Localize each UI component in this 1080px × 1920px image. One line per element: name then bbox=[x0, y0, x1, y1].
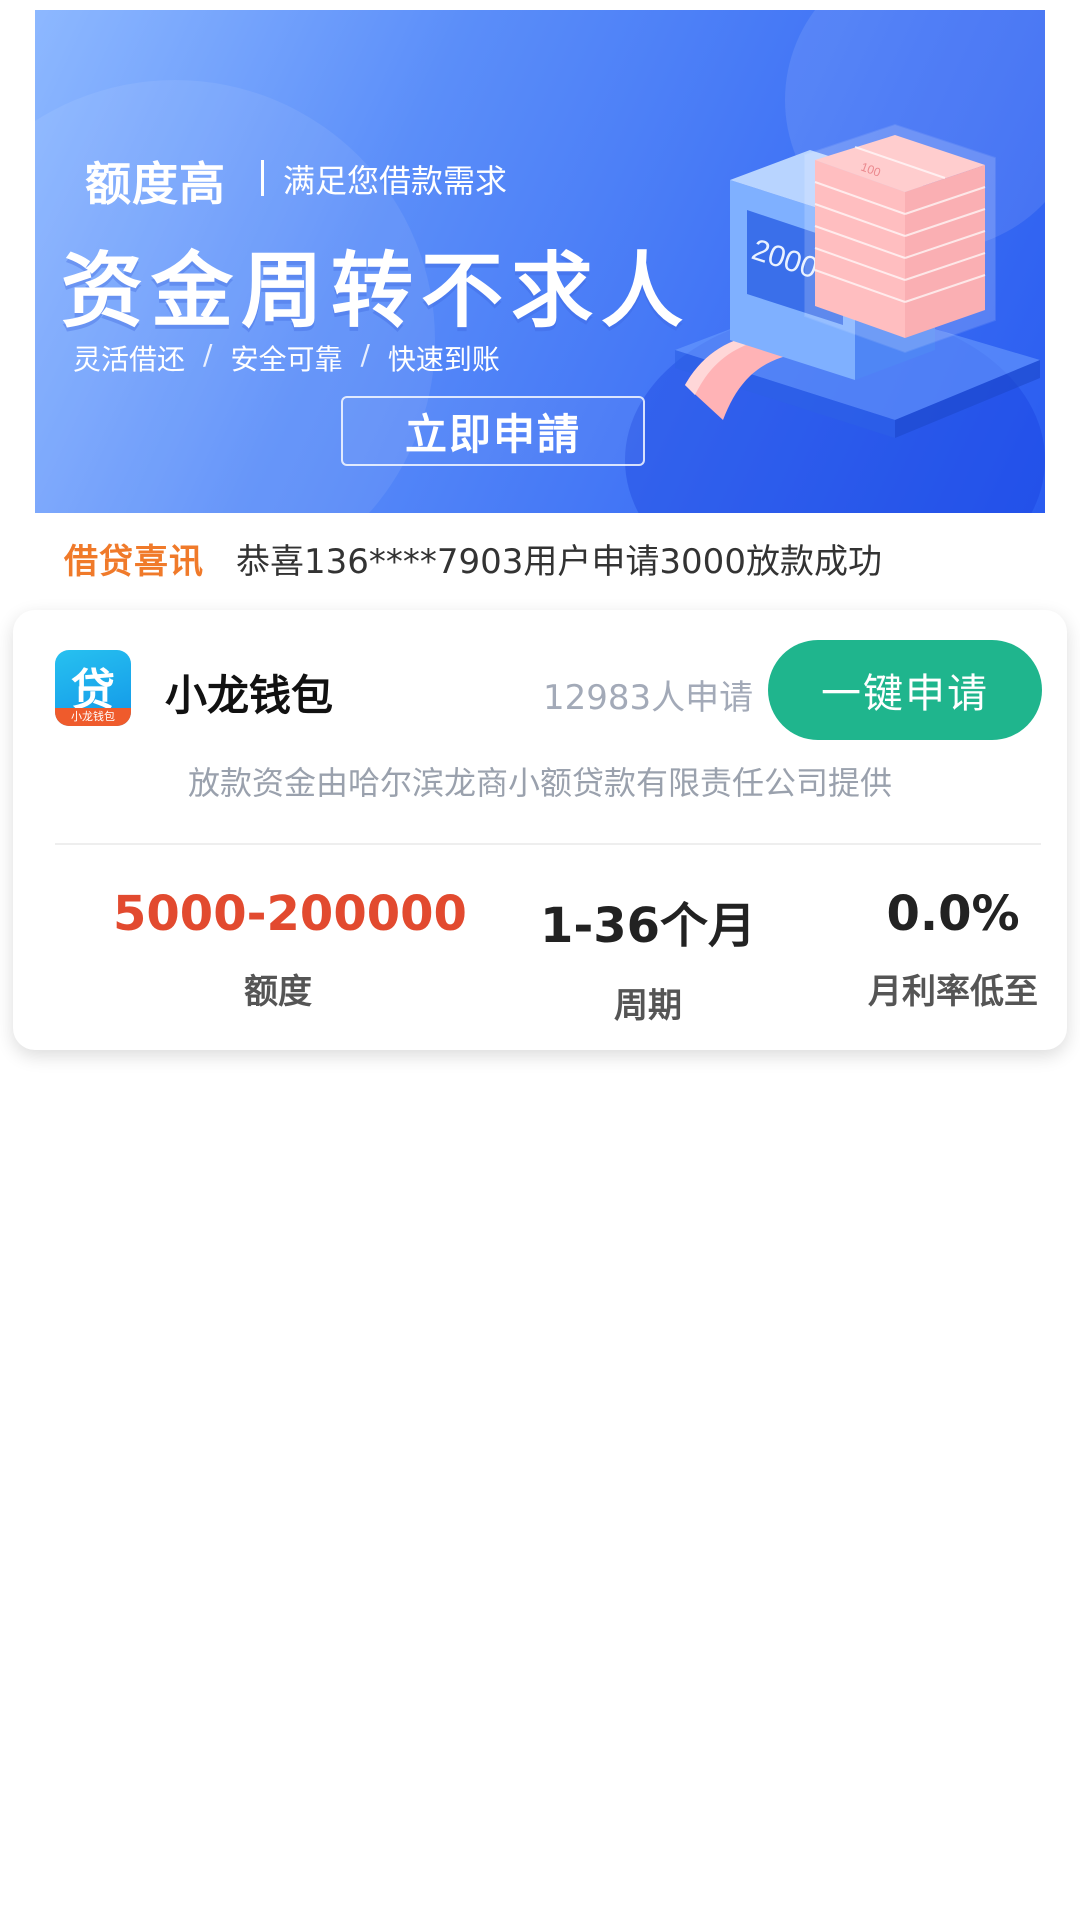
feature-divider: / bbox=[360, 338, 370, 371]
feature-divider: / bbox=[203, 338, 213, 371]
loan-app-icon: 贷 小龙钱包 bbox=[55, 650, 131, 726]
promo-banner[interactable]: 额度高 满足您借款需求 资金周转不求人 灵活借还 / 安全可靠 / 快速到账 立… bbox=[35, 10, 1045, 513]
stat-rate-value: 0.0% bbox=[886, 886, 1020, 942]
banner-subtitle: 满足您借款需求 bbox=[283, 162, 508, 200]
stat-term: 1-36个月 周期 bbox=[513, 886, 783, 1027]
product-name: 小龙钱包 bbox=[165, 671, 334, 720]
stat-term-value: 1-36个月 bbox=[539, 898, 757, 954]
one-click-apply-button[interactable]: 一键申请 bbox=[768, 640, 1042, 740]
stat-rate: 0.0% 月利率低至 bbox=[853, 886, 1053, 1013]
banner-feature: 灵活借还 bbox=[73, 343, 186, 376]
cash-machine-illustration: 200000 100 bbox=[675, 123, 1040, 438]
apply-count: 12983人申请 bbox=[543, 678, 754, 718]
loan-news-ticker: 借贷喜讯 恭喜136****7903用户申请3000放款成功 bbox=[64, 536, 882, 582]
banner-separator bbox=[261, 160, 264, 196]
product-card[interactable]: 贷 小龙钱包 小龙钱包 12983人申请 一键申请 放款资金由哈尔滨龙商小额贷款… bbox=[13, 610, 1067, 1050]
ticker-label: 借贷喜讯 bbox=[64, 541, 204, 582]
ticker-message: 恭喜136****7903用户申请3000放款成功 bbox=[236, 541, 882, 582]
stat-term-label: 周期 bbox=[614, 986, 682, 1026]
banner-features: 灵活借还 / 安全可靠 / 快速到账 bbox=[73, 338, 500, 378]
lender-info: 放款资金由哈尔滨龙商小额贷款有限责任公司提供 bbox=[187, 764, 892, 802]
stat-amount: 5000-200000 额度 bbox=[113, 886, 467, 1013]
stat-amount-value: 5000-200000 bbox=[113, 886, 467, 942]
divider bbox=[55, 843, 1041, 845]
stat-amount-label: 额度 bbox=[244, 972, 312, 1012]
banner-headline: 资金周转不求人 bbox=[61, 244, 692, 339]
banner-feature: 安全可靠 bbox=[230, 343, 343, 376]
banner-feature: 快速到账 bbox=[387, 343, 500, 376]
stat-rate-label: 月利率低至 bbox=[868, 972, 1038, 1012]
app-icon-caption: 小龙钱包 bbox=[55, 708, 131, 726]
banner-tag: 额度高 bbox=[85, 157, 226, 211]
banner-apply-button[interactable]: 立即申請 bbox=[341, 396, 645, 466]
